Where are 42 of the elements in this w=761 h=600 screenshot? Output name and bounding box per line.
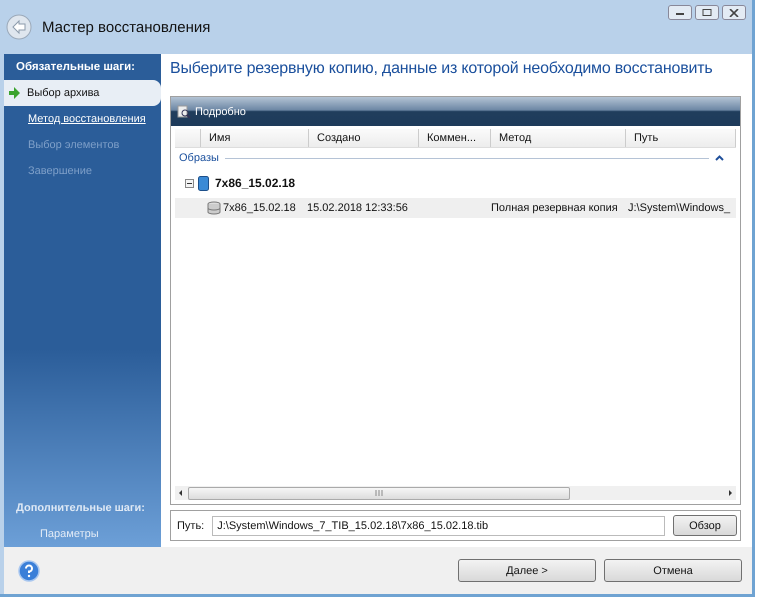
collapse-chevron-icon[interactable]	[715, 155, 724, 162]
arrow-right-icon	[8, 87, 21, 100]
column-header[interactable]: Коммен...	[419, 129, 491, 148]
group-label: Образы	[179, 152, 219, 164]
column-header[interactable]: Создано	[309, 129, 419, 148]
table-cell-text: Полная резервная копия	[490, 202, 619, 214]
table-cell-text: J:\System\Windows_	[627, 202, 730, 214]
tree-node-label[interactable]: 7x86_15.02.18	[215, 176, 296, 190]
scroll-left-icon[interactable]	[177, 489, 185, 498]
wizard-step: Выбор элементов	[4, 132, 161, 158]
details-button[interactable]: Подробно	[177, 104, 246, 119]
column-header[interactable]: Путь	[626, 129, 736, 148]
grip-icon	[374, 490, 384, 496]
browse-button[interactable]: Обзор	[673, 515, 737, 536]
backup-row[interactable]: 7x86_15.02.18 15.02.2018 12:33:56 Полная резервная копия J:\System\Windows_	[175, 198, 736, 218]
next-button[interactable]: Далее >	[458, 559, 596, 582]
close-button[interactable]	[722, 5, 746, 20]
archive-icon	[198, 176, 209, 191]
path-label: Путь:	[177, 520, 204, 532]
help-icon[interactable]	[18, 560, 40, 582]
page-heading: Выберите резервную копию, данные из которой необходимо восстановить	[170, 59, 714, 80]
table-cell-text: 15.02.2018 12:33:56	[306, 202, 409, 214]
maximize-button[interactable]	[695, 5, 719, 20]
current-step: Выбор архива	[4, 80, 161, 106]
window-title: Мастер восстановления	[42, 18, 210, 36]
scroll-right-icon[interactable]	[726, 489, 734, 498]
path-field[interactable]: J:\System\Windows_7_TIB_15.02.18\7x86_15.02.18.tib	[212, 516, 665, 536]
column-header[interactable]: Метод	[491, 129, 626, 148]
magnifier-icon	[177, 104, 191, 119]
section-title: Дополнительные шаги:	[15, 502, 146, 516]
minimize-button[interactable]	[668, 5, 692, 20]
cancel-button[interactable]: Отмена	[604, 559, 742, 582]
wizard-step: Завершение	[4, 158, 161, 184]
tree-toggle-icon[interactable]	[185, 178, 194, 188]
horizontal-scrollbar[interactable]	[175, 486, 736, 500]
section-title: Обязательные шаги:	[15, 61, 136, 76]
wizard-step[interactable]: Метод восстановления	[4, 106, 161, 132]
wizard-step: Параметры	[4, 521, 161, 548]
maximize-icon	[701, 8, 713, 16]
close-icon	[728, 8, 740, 16]
table-cell-text: 7x86_15.02.18	[222, 202, 297, 214]
column-header[interactable]: Имя	[201, 129, 309, 148]
